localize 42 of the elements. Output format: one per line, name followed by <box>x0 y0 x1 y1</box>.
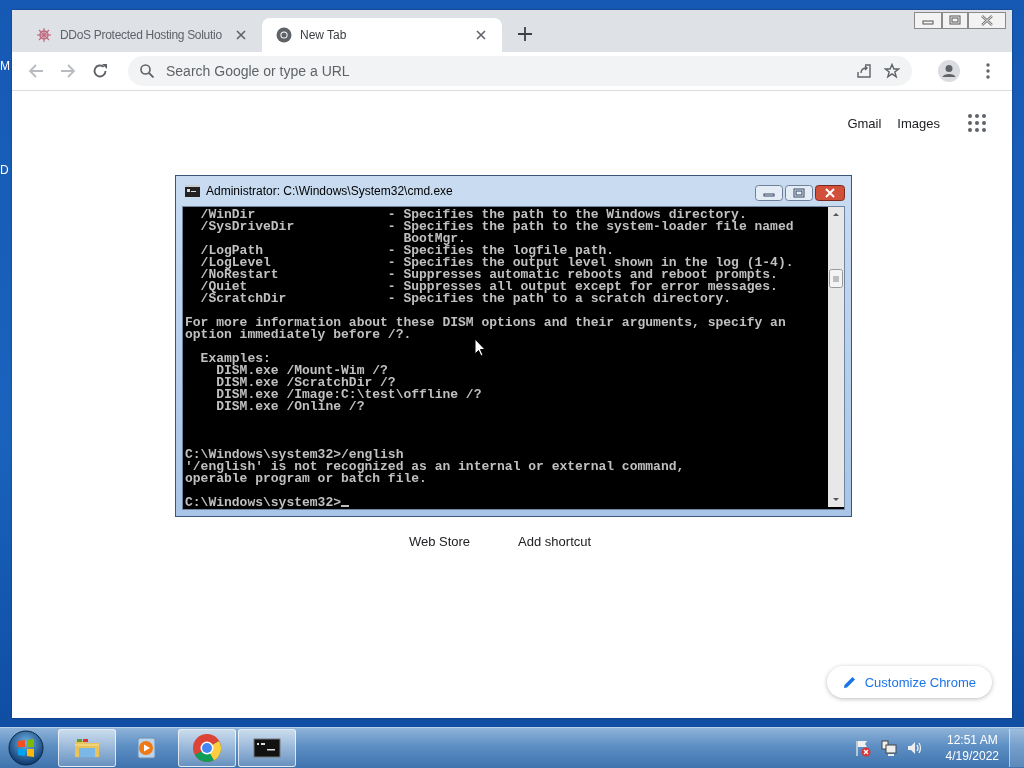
header-link[interactable]: Gmail <box>847 115 882 131</box>
show-desktop-button[interactable] <box>1009 729 1024 767</box>
shortcut-label[interactable]: Web Store <box>408 534 471 549</box>
network-icon[interactable] <box>879 739 898 757</box>
clock-date[interactable]: 4/19/2022 <box>945 748 999 764</box>
desktop-icon-label: D <box>0 163 9 177</box>
star-icon[interactable] <box>884 63 900 79</box>
browser-tab[interactable]: DDoS Protected Hosting Solutio <box>22 18 262 52</box>
start-button-icon[interactable] <box>6 728 46 768</box>
chrome-logo-icon <box>191 732 223 764</box>
header-link[interactable]: Images <box>897 115 940 131</box>
minimize-icon[interactable] <box>755 185 783 201</box>
flag-icon[interactable] <box>853 739 872 757</box>
tab-title: DDoS Protected Hosting Solutio <box>60 28 223 42</box>
desktop-icon-label: M <box>0 59 10 73</box>
search-icon <box>140 64 154 78</box>
minimize-icon[interactable] <box>914 12 942 29</box>
console-icon <box>185 185 200 197</box>
new-tab-icon[interactable] <box>518 27 532 41</box>
browser-tab[interactable]: New Tab <box>262 18 502 52</box>
chrome-logo-icon <box>276 27 292 43</box>
tab-title: New Tab <box>300 28 348 42</box>
maximize-icon[interactable] <box>942 12 968 29</box>
window-title: Administrator: C:\Windows\System32\cmd.exe <box>206 184 454 198</box>
scrollbar[interactable] <box>828 207 844 507</box>
close-icon[interactable] <box>476 30 486 40</box>
close-icon[interactable] <box>815 185 845 201</box>
shortcut-label[interactable]: Add shortcut <box>518 534 592 549</box>
search-field[interactable]: Search Google or type a URL <box>166 63 486 79</box>
mouse-pointer-icon <box>474 338 486 357</box>
apps-grid-icon[interactable] <box>968 114 986 132</box>
address-bar[interactable]: Search Google or type a URL <box>128 56 912 86</box>
console-output: /WinDir - Specifies the path to the Windows directory. /SysDriveDir - Specifies the path to the system-loader file named BootMgr. /LogPath - Specifies the logfile path. /LogLevel - Specifies the output level shown in the log (1-4). /NoRestart - Suppresses automatic reboots and reboot prompts. /Quiet - Suppresses all output except for error messages. /ScratchDir - Specifies the path to a scratch directory. For more information about these DISM options and their arguments, specify an option immediately before /?. Examples: DISM.exe /Mount-Wim /? DISM.exe /ScratchDir /? DISM.exe /Image:C:\test\offline /? DISM.exe /Online /? C:\Windows\system32>/english '/english' is not recognized as an internal or external command, operable program or batch file. C:\Windows\system32> <box>184 207 795 509</box>
customize-button[interactable]: Customize Chrome <box>826 666 992 698</box>
favicon-icon <box>36 27 52 43</box>
close-icon[interactable] <box>236 30 246 40</box>
pencil-icon <box>842 675 856 689</box>
menu-icon[interactable] <box>986 63 990 79</box>
profile-avatar-icon[interactable] <box>938 60 960 82</box>
share-icon[interactable] <box>856 63 872 79</box>
taskbar-button[interactable] <box>238 729 296 767</box>
reload-icon[interactable] <box>92 63 108 79</box>
